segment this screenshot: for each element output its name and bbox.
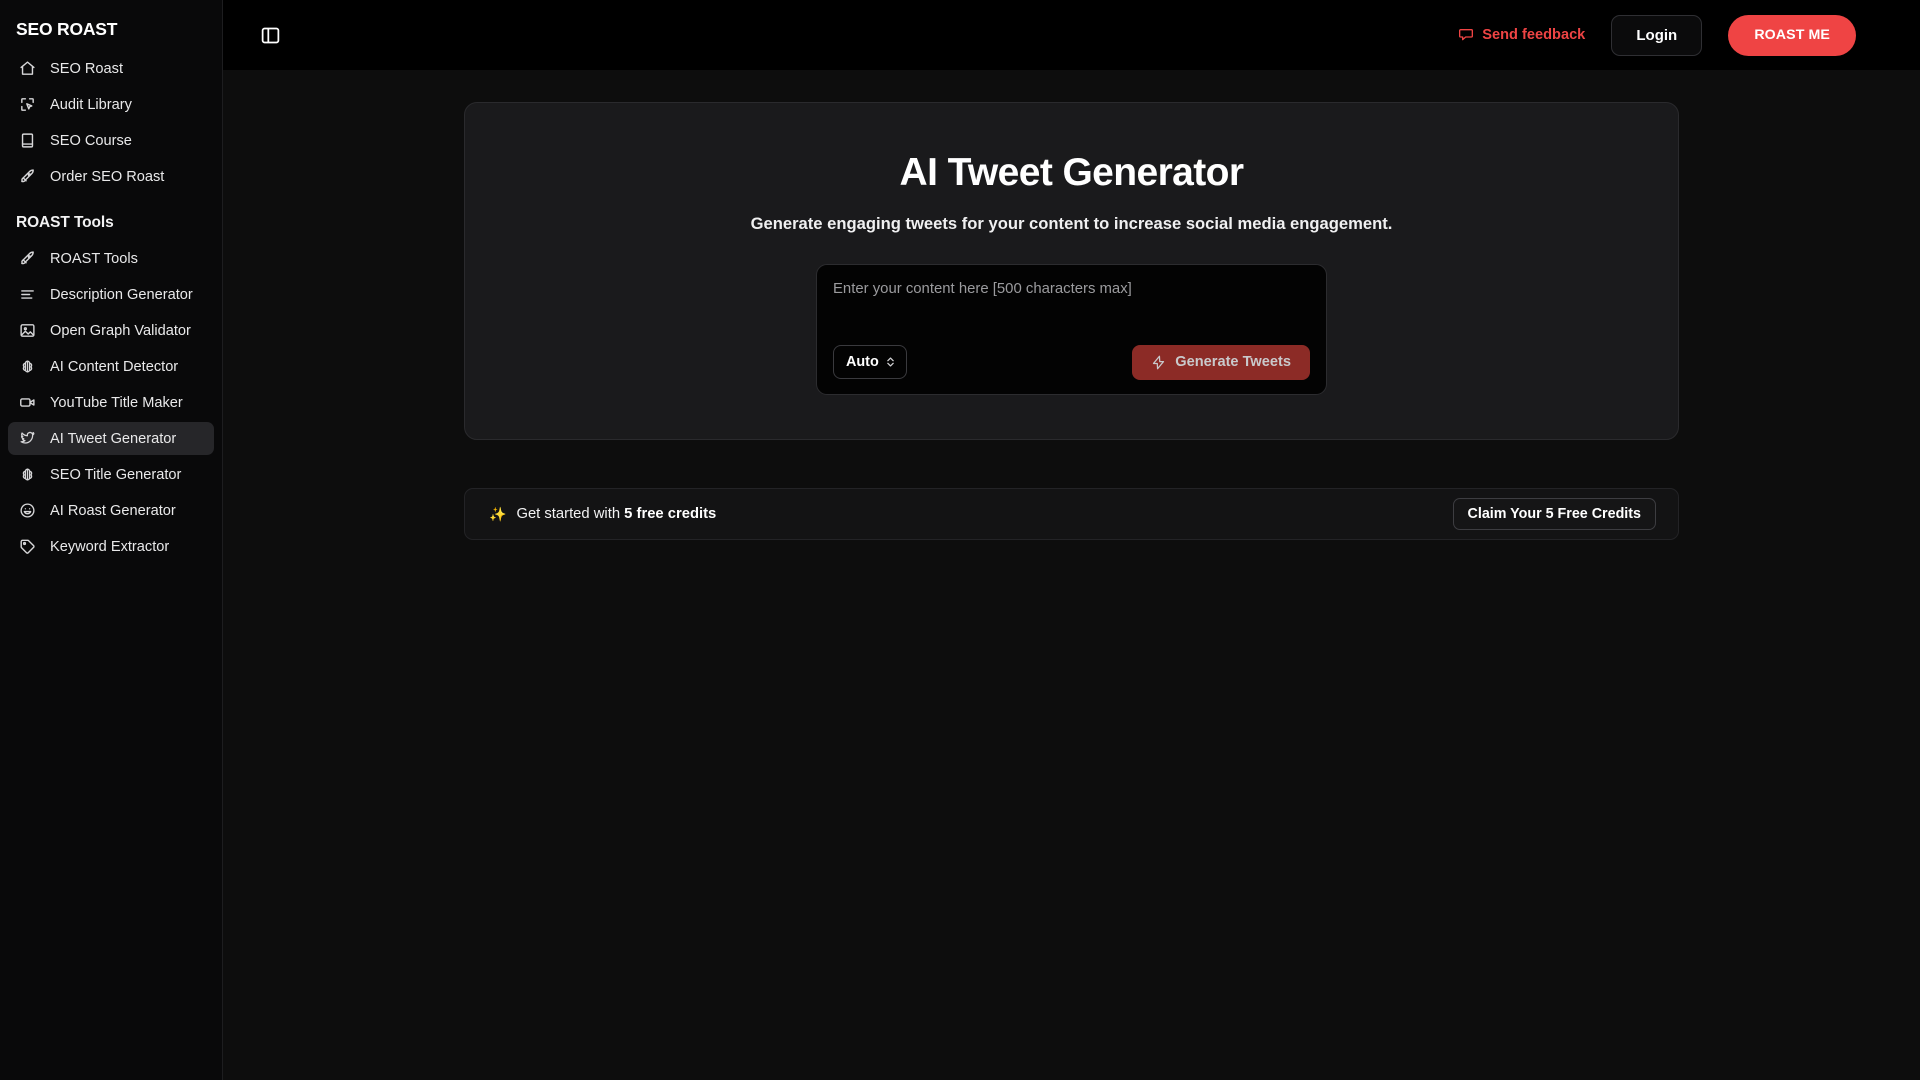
sidebar-item-label: AI Roast Generator — [50, 502, 176, 519]
composer-controls: Auto Generate Tweets — [833, 344, 1310, 380]
credits-text-bold: 5 free credits — [624, 505, 717, 522]
sidebar-item-description-generator[interactable]: Description Generator — [8, 278, 214, 311]
credits-text: Get started with 5 free credits — [516, 506, 716, 522]
sidebar-item-youtube-title-maker[interactable]: YouTube Title Maker — [8, 386, 214, 419]
sidebar-item-label: Order SEO Roast — [50, 168, 165, 185]
sidebar-item-ai-content-detector[interactable]: AI Content Detector — [8, 350, 214, 383]
sparkles-icon: ✨ — [489, 505, 507, 522]
credits-message: ✨ Get started with 5 free credits — [489, 506, 716, 522]
free-credits-bar: ✨ Get started with 5 free credits Claim … — [464, 487, 1679, 540]
generate-tweets-button[interactable]: Generate Tweets — [1132, 344, 1310, 380]
rocket-icon — [18, 250, 36, 268]
sidebar-toggle-icon[interactable] — [253, 18, 287, 52]
brain-icon — [18, 466, 36, 484]
page-title: AI Tweet Generator — [899, 151, 1245, 194]
sidebar-item-ai-roast-generator[interactable]: AI Roast Generator — [8, 494, 214, 527]
sidebar-item-open-graph-validator[interactable]: Open Graph Validator — [8, 314, 214, 347]
home-icon — [18, 60, 36, 78]
content-area: AI Tweet Generator Generate engaging twe… — [223, 70, 1920, 1080]
sidebar-item-seo-course[interactable]: SEO Course — [8, 124, 214, 157]
language-select-value: Auto — [846, 354, 879, 371]
chevron-updown-icon — [885, 355, 896, 369]
generate-tweets-label: Generate Tweets — [1175, 354, 1291, 371]
login-button[interactable]: Login — [1611, 14, 1703, 56]
image-icon — [18, 322, 36, 340]
sidebar-item-label: SEO Course — [50, 132, 132, 149]
align-left-icon — [18, 286, 36, 304]
video-icon — [18, 394, 36, 412]
sidebar-item-label: Description Generator — [50, 286, 193, 303]
sidebar-item-label: YouTube Title Maker — [50, 394, 183, 411]
sidebar-item-label: AI Content Detector — [50, 358, 179, 375]
sidebar-item-label: ROAST Tools — [50, 250, 138, 267]
brain-icon — [18, 358, 36, 376]
roast-me-button[interactable]: ROAST ME — [1728, 14, 1856, 56]
sidebar-item-seo-title-generator[interactable]: SEO Title Generator — [8, 458, 214, 491]
topbar: Send feedback Login ROAST ME — [223, 0, 1920, 70]
sidebar-item-label: Open Graph Validator — [50, 322, 191, 339]
credits-text-prefix: Get started with — [516, 505, 625, 522]
claim-credits-button[interactable]: Claim Your 5 Free Credits — [1452, 497, 1656, 530]
tool-card: AI Tweet Generator Generate engaging twe… — [464, 102, 1679, 440]
cursor-click-icon — [18, 96, 36, 114]
tag-icon — [18, 538, 36, 556]
send-feedback-label: Send feedback — [1482, 27, 1586, 43]
twitter-bird-icon — [18, 430, 36, 448]
page-subtitle: Generate engaging tweets for your conten… — [750, 213, 1393, 233]
app-root: SEO ROAST SEO Roast Audit Library SEO Co… — [0, 0, 1920, 1080]
sidebar-item-order-seo-roast[interactable]: Order SEO Roast — [8, 160, 214, 193]
topbar-actions: Send feedback Login ROAST ME — [1458, 14, 1856, 56]
lightning-icon — [1151, 355, 1166, 370]
composer-box: Auto Generate Tweets — [816, 263, 1327, 395]
brand-title: SEO ROAST — [16, 18, 118, 39]
sidebar-item-seo-roast[interactable]: SEO Roast — [8, 52, 214, 85]
sidebar: SEO ROAST SEO Roast Audit Library SEO Co… — [0, 0, 223, 1080]
sidebar-item-label: SEO Title Generator — [50, 466, 182, 483]
sidebar-item-label: Keyword Extractor — [50, 538, 170, 555]
sidebar-tools-nav: ROAST Tools ROAST Tools Description Gene… — [0, 196, 222, 563]
send-feedback-button[interactable]: Send feedback — [1458, 27, 1585, 43]
sidebar-item-roast-tools[interactable]: ROAST Tools — [8, 242, 214, 275]
sidebar-item-ai-tweet-generator[interactable]: AI Tweet Generator — [8, 422, 214, 455]
rocket-icon — [18, 168, 36, 186]
smile-icon — [18, 502, 36, 520]
book-icon — [18, 132, 36, 150]
sidebar-item-label: Audit Library — [50, 96, 132, 113]
content-input[interactable] — [833, 278, 1310, 339]
sidebar-item-audit-library[interactable]: Audit Library — [8, 88, 214, 121]
sidebar-item-label: AI Tweet Generator — [50, 430, 177, 447]
sidebar-primary-nav: SEO Roast Audit Library SEO Course Order… — [0, 48, 222, 193]
sidebar-section-title: ROAST Tools — [16, 214, 114, 231]
message-icon — [1458, 27, 1474, 43]
sidebar-item-label: SEO Roast — [50, 60, 123, 77]
sidebar-item-keyword-extractor[interactable]: Keyword Extractor — [8, 530, 214, 563]
main-region: Send feedback Login ROAST ME AI Tweet Ge… — [223, 0, 1920, 1080]
language-select[interactable]: Auto — [833, 345, 907, 380]
